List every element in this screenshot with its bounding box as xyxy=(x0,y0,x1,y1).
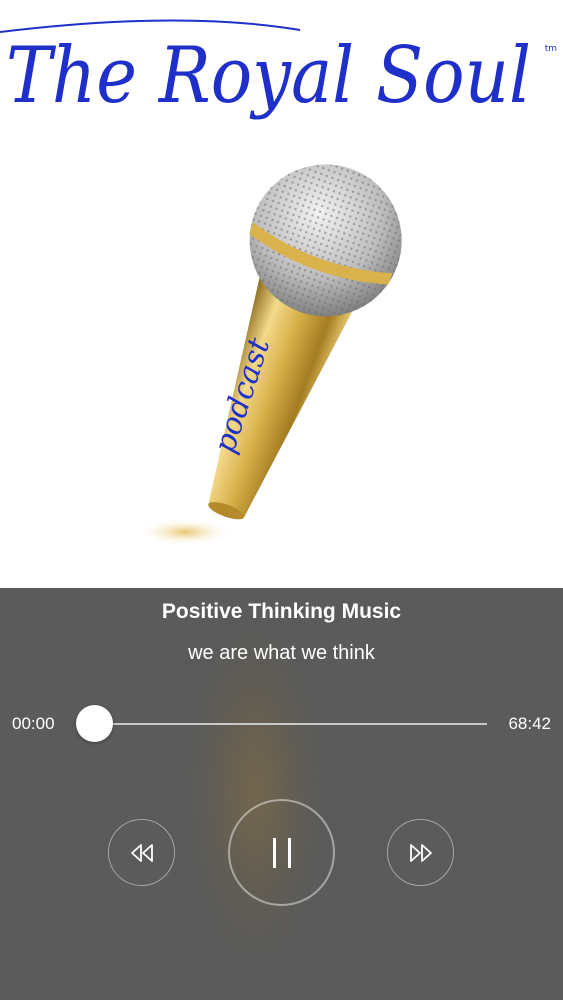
track-title: Positive Thinking Music xyxy=(161,600,402,623)
progress-slider[interactable] xyxy=(96,723,487,725)
progress-thumb[interactable] xyxy=(76,705,113,742)
track-subtitle: we are what we think xyxy=(188,642,375,664)
now-playing-panel: Positive Thinking Music we are what we t… xyxy=(0,588,563,1000)
artwork-blur-backdrop xyxy=(200,628,310,958)
podcast-artwork: podcast The Royal Soul tm xyxy=(0,0,563,588)
elapsed-time: 00:00 xyxy=(12,714,55,733)
pause-icon xyxy=(272,837,291,868)
fast-forward-button[interactable] xyxy=(387,819,454,886)
podcast-logo: The Royal Soul xyxy=(0,19,531,121)
logo-text: The Royal Soul xyxy=(6,31,531,121)
rewind-button[interactable] xyxy=(108,819,175,886)
fast-forward-icon xyxy=(409,843,432,862)
trademark-mark: tm xyxy=(544,44,557,54)
total-duration: 68:42 xyxy=(508,714,551,733)
rewind-icon xyxy=(130,843,153,862)
pause-button[interactable] xyxy=(228,799,335,906)
